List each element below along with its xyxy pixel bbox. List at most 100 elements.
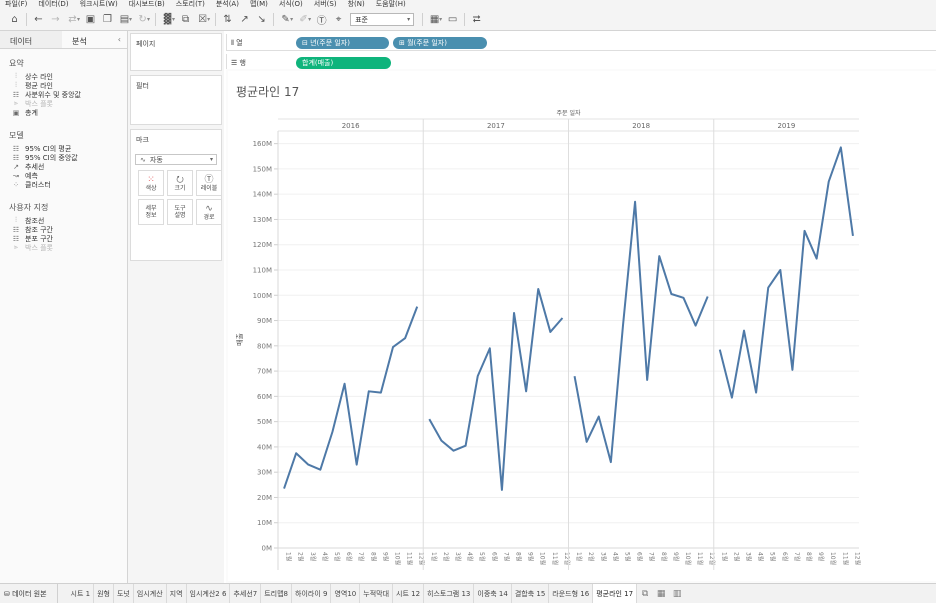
analytics-item[interactable]: ↗ 추세선 (0, 162, 127, 171)
line-chart[interactable]: 주문 일자 0M 10M 20M 30M 40M 50M 60M 70M 80M 90M 100M 11… (228, 71, 936, 581)
sheet-tab[interactable]: 원형 (94, 584, 114, 603)
box-plot-icon: ⫸ (14, 99, 18, 107)
sheet-tab[interactable]: 시트 12 (393, 584, 425, 603)
analytics-item-label: 박스 플롯 (25, 243, 53, 252)
mark-type-select[interactable]: ∿ 자동 ▾ (135, 154, 217, 165)
tab-data[interactable]: 데이터 (0, 31, 62, 48)
pill-month-order-date[interactable]: ⊞ 월(주문 일자) (393, 37, 487, 49)
save-icon[interactable]: ▣ (82, 12, 99, 28)
menu-item[interactable]: 워크시트(W) (80, 0, 118, 9)
datasource-tab[interactable]: ⛁ 데이터 원본 (0, 584, 58, 603)
sheet-tab[interactable]: 임시계산2 6 (187, 584, 231, 603)
undo-icon[interactable]: ← (30, 12, 47, 28)
analytics-item[interactable]: ☷ 사분위수 및 중앙값 (0, 90, 127, 99)
menu-item[interactable]: 분석(A) (216, 0, 239, 9)
redo-icon[interactable]: → (47, 12, 64, 28)
analytics-item[interactable]: ↝ 예측 (0, 171, 127, 180)
fix-axes-icon[interactable]: ⌖ (330, 12, 347, 28)
dropdown-arrow-icon[interactable]: ▾ (172, 16, 175, 23)
menu-item[interactable]: 데이터(D) (38, 0, 68, 9)
y-tick-label: 130M (253, 216, 272, 224)
analytics-item[interactable]: ☷ 분포 구간 (0, 234, 127, 243)
analytics-item[interactable]: ⁘ 클러스터 (0, 180, 127, 189)
menu-item[interactable]: 대시보드(B) (129, 0, 165, 9)
sheet-tab[interactable]: 지역 (167, 584, 187, 603)
collapse-pane-icon[interactable]: ‹ (118, 35, 121, 44)
sheet-tab[interactable]: 결합축 15 (512, 584, 550, 603)
pill-year-order-date[interactable]: ⊟ 년(주문 일자) (296, 37, 389, 49)
columns-shelf[interactable]: ⫴ 열 ⊟ 년(주문 일자) ⊞ 월(주문 일자) (226, 34, 936, 51)
presentation-icon[interactable]: ▭ (444, 12, 461, 28)
mark-button-size[interactable]: ⭮ 크기 (167, 170, 193, 196)
dropdown-arrow-icon[interactable]: ▾ (147, 16, 150, 23)
menu-bar: 파일(F) 데이터(D) 워크시트(W) 대시보드(B) 스토리(T) 분석(A) 맵(M)… (0, 0, 936, 9)
sort-ascending-icon[interactable]: ↗ (236, 12, 253, 28)
dropdown-arrow-icon[interactable]: ▾ (77, 16, 80, 23)
analytics-item[interactable]: ▣ 총계 (0, 108, 127, 117)
sheet-tab[interactable]: 트리맵8 (261, 584, 292, 603)
menu-item[interactable]: 맵(M) (250, 0, 268, 9)
cluster-icon: ⁘ (13, 180, 19, 189)
analytics-item[interactable]: ⫸ 박스 플롯 (0, 243, 127, 252)
menu-item[interactable]: 서버(S) (314, 0, 337, 9)
sheet-tab[interactable]: 누적막대 (360, 584, 394, 603)
analytics-item-label: 총계 (25, 108, 38, 117)
sheet-tab[interactable]: 추세선7 (230, 584, 262, 603)
dropdown-arrow-icon[interactable]: ▾ (207, 16, 210, 23)
analytics-item[interactable]: ⫶ 참조선 (0, 216, 127, 225)
new-dashboard-icon[interactable]: ▦ (653, 589, 669, 599)
month-tick-label: 7월 (793, 552, 801, 561)
sheet-tab[interactable]: 이중축 14 (474, 584, 512, 603)
tab-analytics[interactable]: 분석 (62, 31, 124, 48)
show-labels-icon[interactable]: Ⓣ (313, 12, 330, 28)
sheet-tab[interactable]: 시트 1 (68, 584, 95, 603)
sheet-tab[interactable]: 도넛 (114, 584, 134, 603)
month-tick-label: 5월 (623, 552, 631, 561)
mark-button-label[interactable]: Ⓣ 레이블 (196, 170, 222, 196)
menu-item[interactable]: 파일(F) (5, 0, 27, 9)
fit-select[interactable]: 표준 ▾ (350, 13, 415, 26)
y-tick-label: 0M (262, 545, 273, 553)
menu-item[interactable]: 스토리(T) (176, 0, 205, 9)
mark-button-tooltip[interactable]: 도구 설명 (167, 199, 193, 225)
y-tick-label: 110M (253, 267, 272, 275)
worksheet: 평균라인 17 주문 일자 0M 10M 20M 30M 40M 50M 60M 70M 80M 9… (228, 71, 936, 581)
mark-button-path[interactable]: ∿ 경로 (196, 199, 222, 225)
home-icon[interactable]: ⌂ (6, 12, 23, 28)
toolbar-separator (215, 13, 217, 26)
pages-card[interactable]: 페이지 (130, 33, 222, 71)
analytics-item[interactable]: ☷ 95% CI의 중앙값 (0, 153, 127, 162)
sheet-tab[interactable]: 평균라인 17 (593, 584, 638, 603)
menu-item[interactable]: 도움말(H) (376, 0, 406, 9)
share-icon[interactable]: ⮂ (468, 12, 485, 28)
sheet-tab[interactable]: 영역10 (331, 584, 361, 603)
analytics-item[interactable]: ⫶ 상수 라인 (0, 72, 127, 81)
month-tick-label: 8월 (369, 552, 377, 561)
sheet-tab[interactable]: 임시계산 (134, 584, 167, 603)
filters-card[interactable]: 필터 (130, 75, 222, 125)
analytics-item[interactable]: ⫸ 박스 플롯 (0, 99, 127, 108)
dropdown-arrow-icon[interactable]: ▾ (290, 16, 293, 23)
swap-rows-columns-icon[interactable]: ⇅ (219, 12, 236, 28)
menu-item[interactable]: 서식(O) (279, 0, 303, 9)
new-datasource-icon[interactable]: ❐ (99, 12, 116, 28)
pill-sum-sales[interactable]: 합계(매출) (296, 57, 391, 69)
duplicate-sheet-icon[interactable]: ⧉ (177, 12, 194, 28)
new-worksheet-icon[interactable]: ⧉ (637, 589, 653, 599)
dropdown-arrow-icon[interactable]: ▾ (129, 16, 132, 23)
new-story-icon[interactable]: ▥ (669, 589, 685, 599)
sort-descending-icon[interactable]: ↘ (253, 12, 270, 28)
chevron-down-icon: ▾ (407, 16, 411, 23)
dropdown-arrow-icon[interactable]: ▾ (439, 16, 442, 23)
sheet-tab[interactable]: 라운드형 16 (549, 584, 594, 603)
dropdown-arrow-icon[interactable]: ▾ (308, 16, 311, 23)
menu-item[interactable]: 창(N) (348, 0, 365, 9)
columns-label-text: 열 (236, 39, 243, 47)
sheet-tab[interactable]: 히스토그램 13 (424, 584, 475, 603)
sheet-tab[interactable]: 하이라이 9 (292, 584, 332, 603)
reference-line-icon: ⫶ (15, 216, 17, 224)
mark-button-detail[interactable]: 세부 정보 (138, 199, 164, 225)
analytics-item[interactable]: ☷ 참조 구간 (0, 225, 127, 234)
reference-band-icon: ☷ (12, 225, 20, 234)
mark-button-color[interactable]: ⁙ 색상 (138, 170, 164, 196)
